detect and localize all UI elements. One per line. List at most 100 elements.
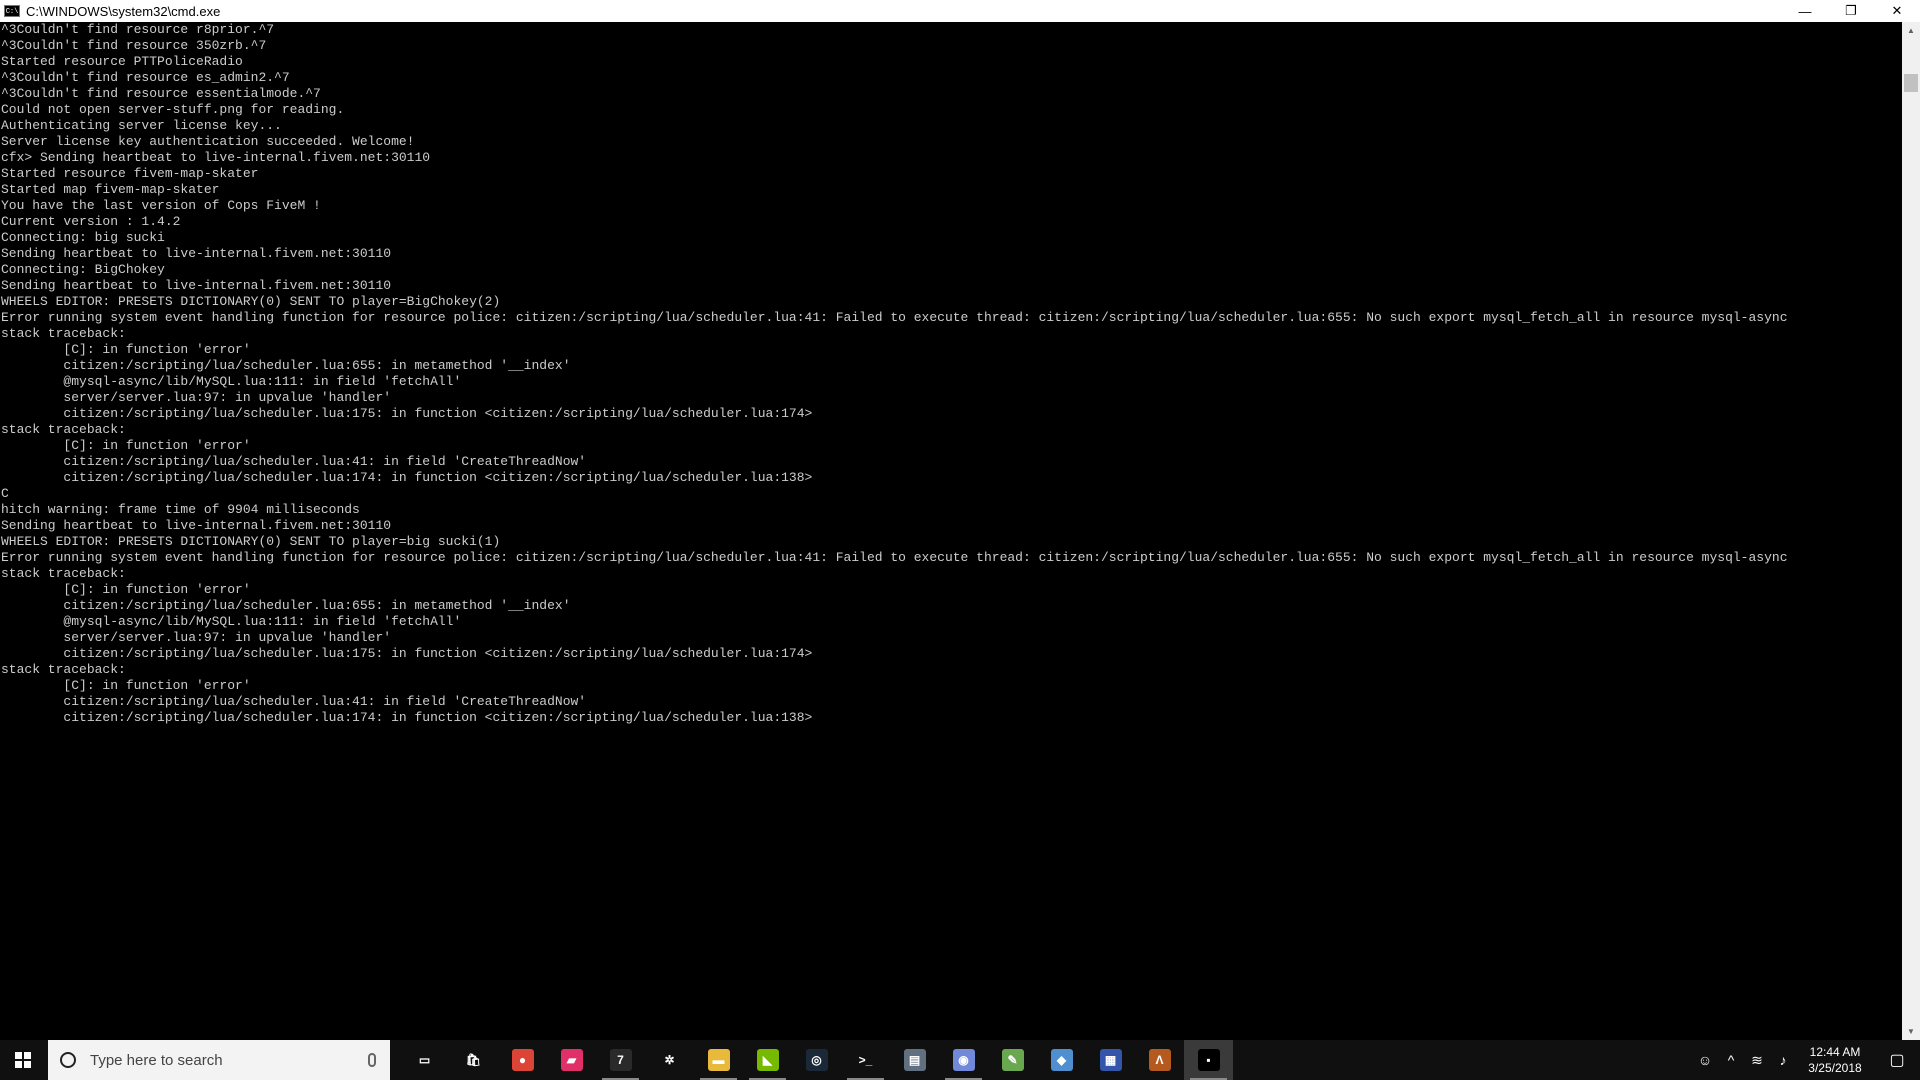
task-view-icon: ▭ [413, 1049, 436, 1071]
cortana-icon [60, 1052, 76, 1068]
console-line: server/server.lua:97: in upvalue 'handle… [1, 390, 392, 405]
console-line: stack traceback: [1, 566, 126, 581]
console-line: [C]: in function 'error' [1, 438, 251, 453]
taskbar-button[interactable]: ◆ [1037, 1040, 1086, 1080]
console-line: Current version : 1.4.2 [1, 214, 181, 229]
volume-icon[interactable]: ♪ [1770, 1040, 1796, 1080]
console-line: You have the last version of Cops FiveM … [1, 198, 321, 213]
console-line: Authenticating server license key... [1, 118, 282, 133]
console-line: Started map fivem-map-skater [1, 182, 220, 197]
console-line: stack traceback: [1, 422, 126, 437]
console-output[interactable]: ^3Couldn't find resource r8prior.^7 ^3Cou… [0, 22, 1902, 1040]
taskbar-button[interactable]: ◣ [743, 1040, 792, 1080]
search-placeholder: Type here to search [90, 1051, 223, 1069]
console-line: Connecting: big sucki [1, 230, 165, 245]
restore-button[interactable]: ❐ [1828, 0, 1874, 22]
console-line: [C]: in function 'error' [1, 342, 251, 357]
console-line: citizen:/scripting/lua/scheduler.lua:174… [1, 470, 813, 485]
chevron-up-icon[interactable]: ^ [1718, 1040, 1744, 1080]
app-window-icon: ▤ [903, 1049, 926, 1071]
taskbar-button[interactable]: >_ [841, 1040, 890, 1080]
console-line: Server license key authentication succee… [1, 134, 415, 149]
close-button[interactable]: ✕ [1874, 0, 1920, 22]
console-line: citizen:/scripting/lua/scheduler.lua:655… [1, 598, 571, 613]
taskbar-apps: ▭ 🛍 ● ▰ 7 ✲ ▬ ◣ ◎ >_ ▤ ◉ ✎ ◆ ▦ Λ ▪ [400, 1040, 1233, 1080]
terminal-icon: >_ [854, 1049, 877, 1071]
discord-icon: ◉ [952, 1049, 975, 1071]
console-line: WHEELS EDITOR: PRESETS DICTIONARY(0) SEN… [1, 534, 501, 549]
app-flag-icon: ▦ [1099, 1049, 1122, 1071]
clock[interactable]: 12:44 AM 3/25/2018 [1796, 1044, 1874, 1076]
app-a-icon: Λ [1148, 1049, 1171, 1071]
windows-logo-icon [15, 1052, 31, 1068]
taskbar-button[interactable]: ◉ [939, 1040, 988, 1080]
taskbar-button[interactable]: ▬ [694, 1040, 743, 1080]
scroll-up-arrow-icon[interactable]: ▲ [1902, 22, 1920, 39]
console-line: Started resource fivem-map-skater [1, 166, 259, 181]
console-line: citizen:/scripting/lua/scheduler.lua:41:… [1, 454, 587, 469]
taskbar-button[interactable]: 🛍 [449, 1040, 498, 1080]
clock-time: 12:44 AM [1809, 1045, 1861, 1059]
taskbar-button[interactable]: ▰ [547, 1040, 596, 1080]
console-line: Sending heartbeat to live-internal.fivem… [1, 518, 392, 533]
console-line: Error running system event handling func… [1, 550, 1788, 565]
console-line: WHEELS EDITOR: PRESETS DICTIONARY(0) SEN… [1, 294, 501, 309]
app-seven-icon: 7 [609, 1049, 632, 1071]
search-box[interactable]: Type here to search [48, 1040, 390, 1080]
console-line: Could not open server-stuff.png for read… [1, 102, 345, 117]
console-text: ^3Couldn't find resource r8prior.^7 ^3Cou… [0, 22, 1902, 726]
cmd-icon: ▪ [1197, 1049, 1220, 1071]
chrome-icon: ● [511, 1049, 534, 1071]
console-line: stack traceback: [1, 326, 126, 341]
console-line: Sending heartbeat to live-internal.fivem… [1, 278, 392, 293]
cmd-app-icon: C:\ [4, 5, 20, 17]
steam-icon: ◎ [805, 1049, 828, 1071]
window-title: C:\WINDOWS\system32\cmd.exe [26, 3, 221, 19]
notifications-icon[interactable]: ▢ [1874, 1040, 1920, 1080]
network-icon[interactable]: ≋ [1744, 1040, 1770, 1080]
console-line: citizen:/scripting/lua/scheduler.lua:655… [1, 358, 571, 373]
console-line: ^3Couldn't find resource es_admin2.^7 [1, 70, 290, 85]
app-gear-icon: ✲ [658, 1049, 681, 1071]
taskbar-button[interactable]: ◎ [792, 1040, 841, 1080]
people-icon[interactable]: ☺ [1692, 1040, 1718, 1080]
microphone-icon[interactable] [368, 1053, 376, 1067]
console-line: [C]: in function 'error' [1, 678, 251, 693]
console-line: Connecting: BigChokey [1, 262, 165, 277]
notepad-icon: ✎ [1001, 1049, 1024, 1071]
console-line: @mysql-async/lib/MySQL.lua:111: in field… [1, 374, 462, 389]
taskbar-button[interactable]: ✎ [988, 1040, 1037, 1080]
taskbar-button[interactable]: ▤ [890, 1040, 939, 1080]
console-line: C [1, 486, 9, 501]
console-line: Sending heartbeat to live-internal.fivem… [1, 246, 392, 261]
taskbar-button[interactable]: Λ [1135, 1040, 1184, 1080]
console-line: stack traceback: [1, 662, 126, 677]
console-line: [C]: in function 'error' [1, 582, 251, 597]
store-icon: 🛍 [462, 1049, 485, 1071]
app-pink-icon: ▰ [560, 1049, 583, 1071]
taskbar: Type here to search ▭ 🛍 ● ▰ 7 ✲ ▬ ◣ ◎ >_ ▤ ◉ ✎ ◆ ▦ Λ ▪ ☺… [0, 1040, 1920, 1080]
console-line: ^3Couldn't find resource 350zrb.^7 [1, 38, 267, 53]
taskbar-button[interactable]: ▪ [1184, 1040, 1233, 1080]
title-bar: C:\ C:\WINDOWS\system32\cmd.exe — ❐ ✕ [0, 0, 1920, 22]
scroll-down-arrow-icon[interactable]: ▼ [1902, 1023, 1920, 1040]
console-line: ^3Couldn't find resource r8prior.^7 [1, 22, 275, 37]
console-line: Error running system event handling func… [1, 310, 1788, 325]
taskbar-button[interactable]: ✲ [645, 1040, 694, 1080]
taskbar-button[interactable]: ▭ [400, 1040, 449, 1080]
console-line: Started resource PTTPoliceRadio [1, 54, 243, 69]
scrollbar-thumb[interactable] [1904, 74, 1918, 92]
taskbar-button[interactable]: ● [498, 1040, 547, 1080]
taskbar-button[interactable]: ▦ [1086, 1040, 1135, 1080]
console-line: citizen:/scripting/lua/scheduler.lua:174… [1, 710, 813, 725]
file-explorer-icon: ▬ [707, 1049, 730, 1071]
taskbar-button[interactable]: 7 [596, 1040, 645, 1080]
minimize-button[interactable]: — [1782, 0, 1828, 22]
console-line: citizen:/scripting/lua/scheduler.lua:175… [1, 406, 813, 421]
system-tray: ☺ ^ ≋ ♪ 12:44 AM 3/25/2018 ▢ [1692, 1040, 1920, 1080]
console-line: @mysql-async/lib/MySQL.lua:111: in field… [1, 614, 462, 629]
app-blue-icon: ◆ [1050, 1049, 1073, 1071]
vertical-scrollbar[interactable]: ▲ ▼ [1902, 22, 1920, 1040]
start-button[interactable] [0, 1040, 46, 1080]
action-center-glyph: ▢ [1889, 1052, 1905, 1069]
